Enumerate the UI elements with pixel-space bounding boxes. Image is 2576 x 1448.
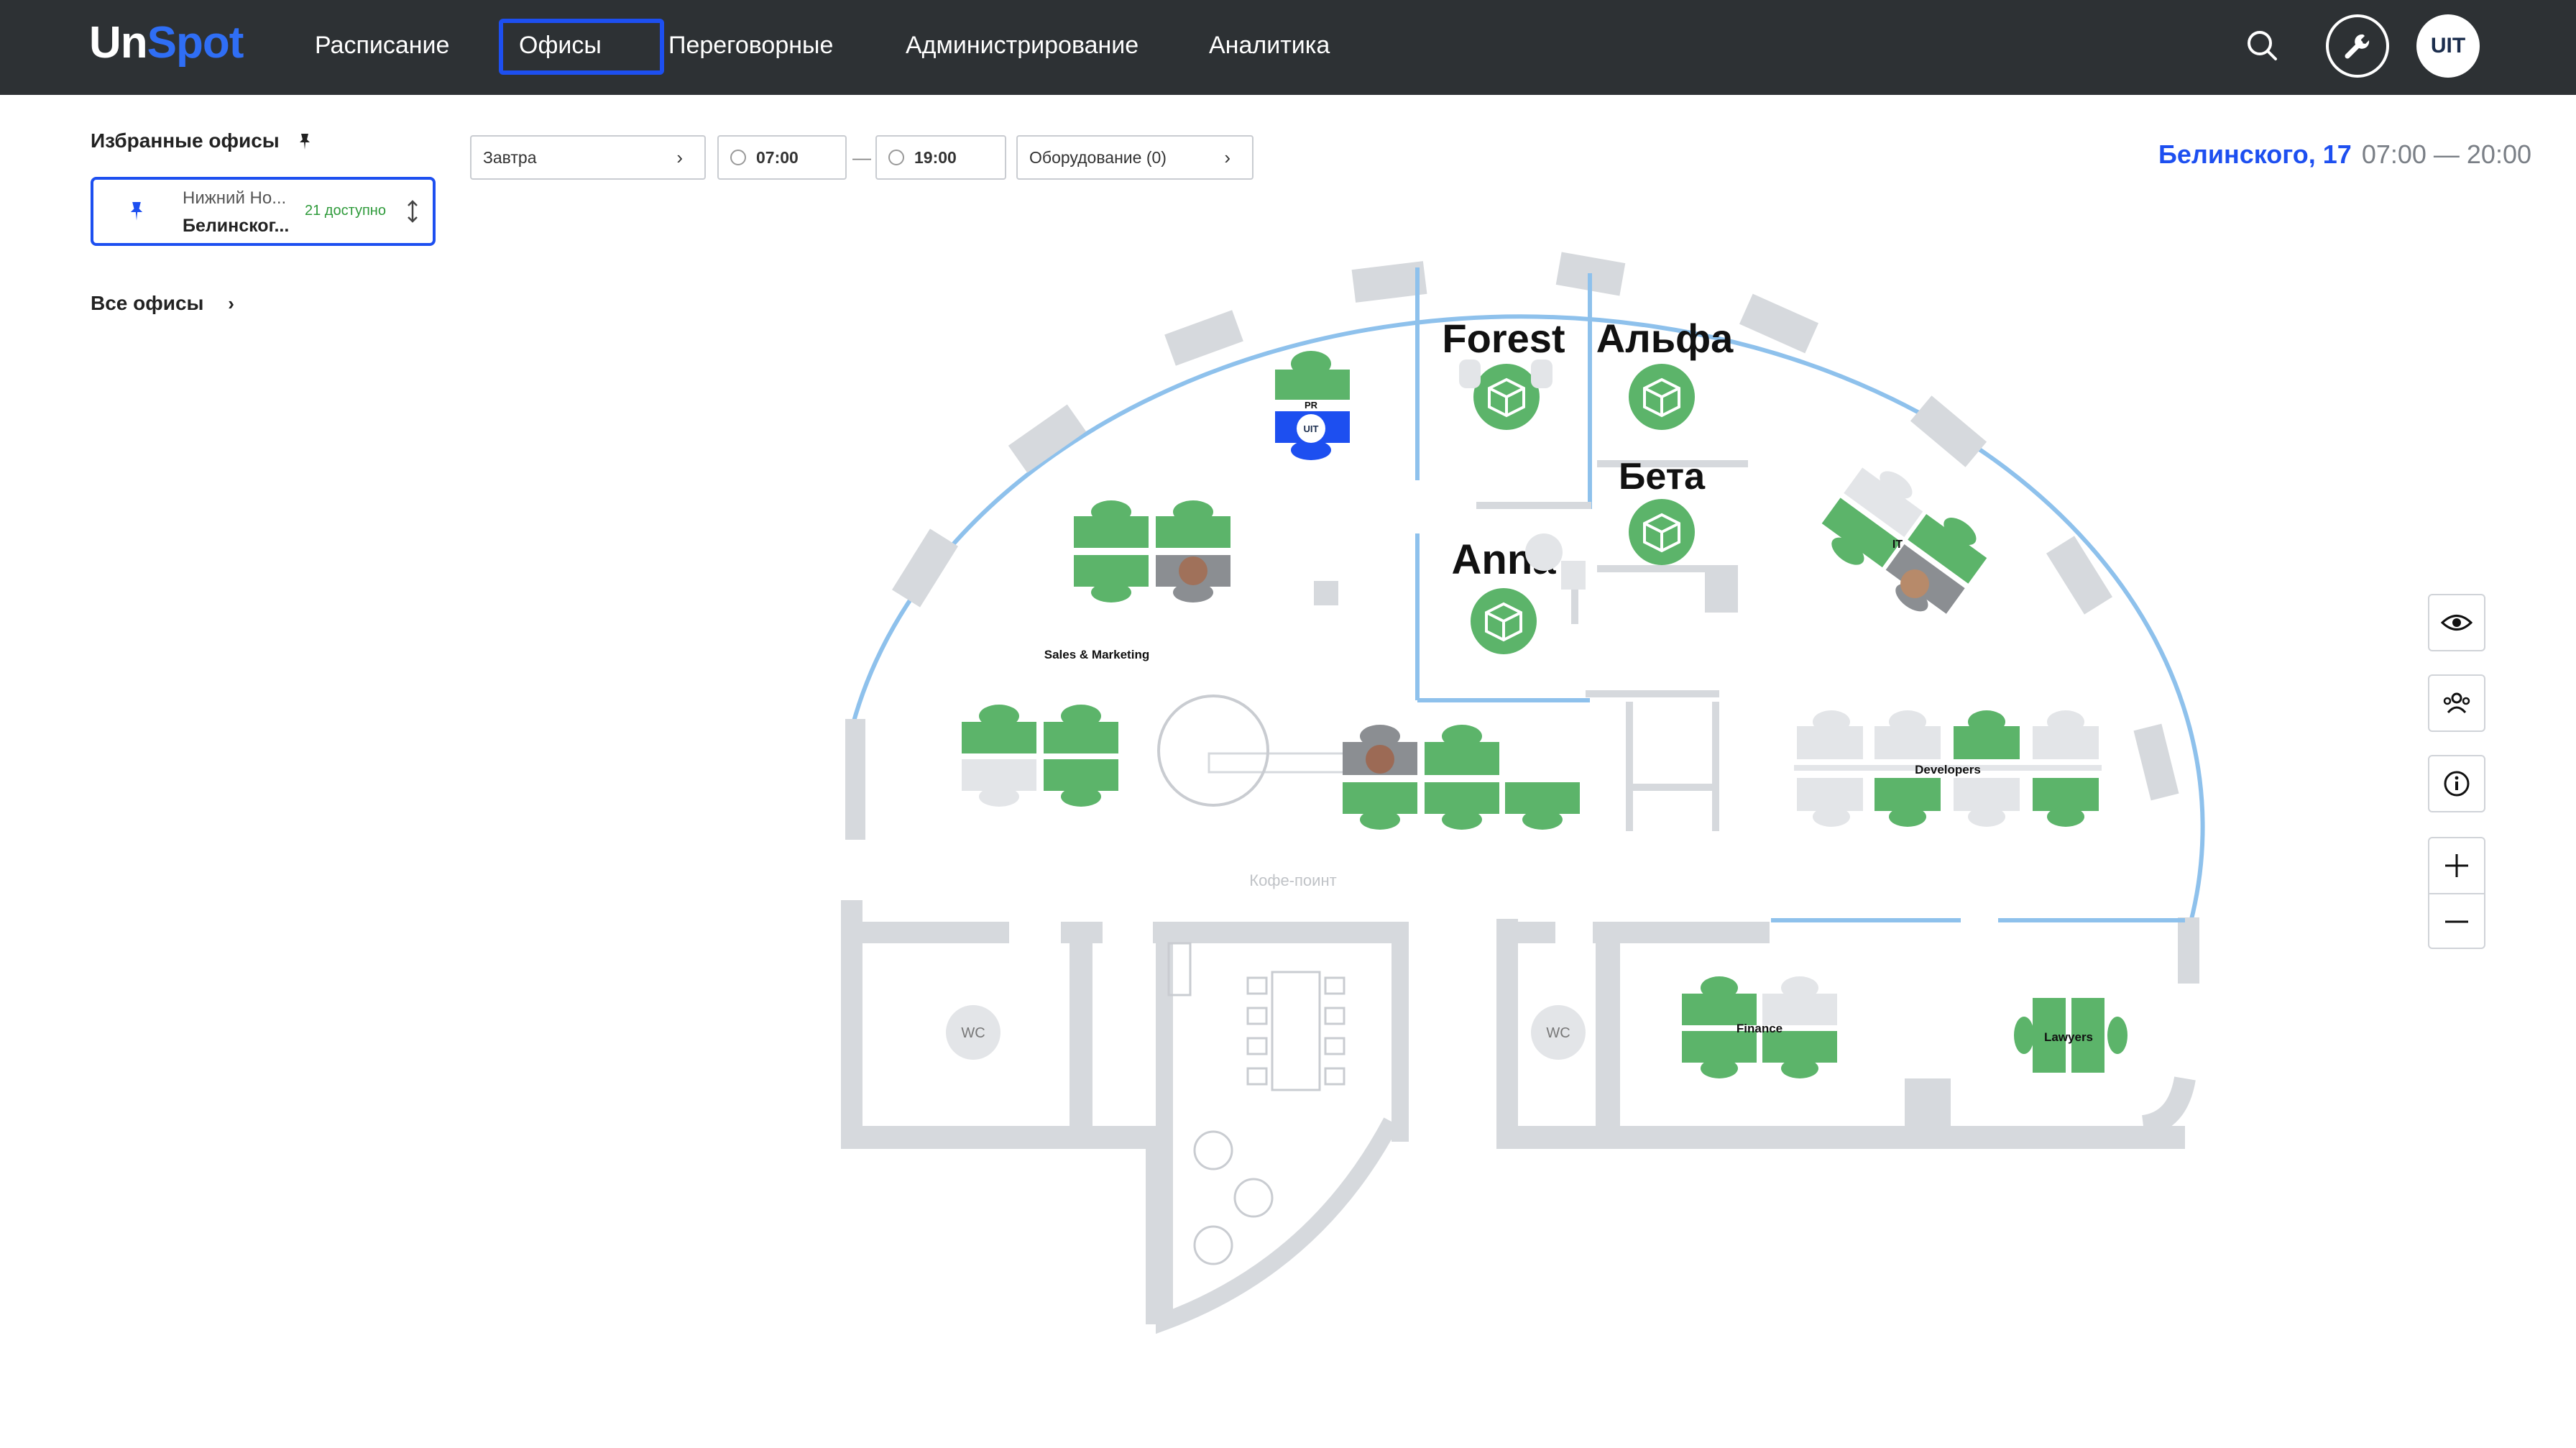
avatar-text: UIT <box>2430 34 2466 58</box>
room-forest[interactable]: Forest <box>1442 316 1565 430</box>
zone-label: IT <box>1892 539 1903 551</box>
zoom-control <box>2428 837 2485 949</box>
zone-label: Lawyers <box>2044 1030 2093 1044</box>
room-anna[interactable]: Anna <box>1452 536 1557 654</box>
people-icon[interactable] <box>2428 674 2485 732</box>
room-icon <box>1629 364 1695 430</box>
person-avatar <box>1179 556 1208 585</box>
wc-label: WC <box>961 1025 985 1041</box>
logo[interactable]: UnSpot <box>89 17 244 68</box>
desk-cluster-sales[interactable]: Sales & Marketing <box>1044 500 1230 661</box>
time-dash: — <box>852 147 871 168</box>
office-header: Белинского, 17 07:00 — 20:00 <box>2158 139 2531 170</box>
chairs <box>1167 942 1346 1086</box>
pin-icon <box>126 200 147 228</box>
time-from-value: 07:00 <box>756 147 799 167</box>
date-value: Завтра <box>483 147 537 167</box>
person-avatar <box>1900 569 1929 598</box>
equipment-value: Оборудование (0) <box>1029 147 1167 167</box>
interior-walls <box>841 460 2185 1324</box>
nav-meeting-rooms[interactable]: Переговорные <box>668 32 833 60</box>
user-avatar[interactable]: UIT <box>2416 14 2480 78</box>
equipment-select[interactable]: Оборудование (0) › <box>1016 135 1254 180</box>
all-offices-link[interactable]: Все офисы › <box>91 292 234 315</box>
zone-label: Developers <box>1915 763 1981 776</box>
room-name: Anna <box>1452 536 1557 583</box>
wc-marker <box>1531 1005 1586 1060</box>
desk-cluster-sales-2[interactable] <box>962 705 1118 807</box>
room-name: Бета <box>1619 456 1706 498</box>
sort-arrows-icon[interactable] <box>405 198 420 228</box>
dome-wall-segments <box>845 252 2199 984</box>
desk-pr[interactable]: PR UIT <box>1275 351 1350 460</box>
desk-cluster-developers[interactable]: Developers <box>1794 710 2102 827</box>
wc-label: WC <box>1546 1025 1570 1041</box>
favorites-title: Избранные офисы <box>91 129 280 152</box>
nav-administration[interactable]: Администрирование <box>906 32 1138 60</box>
chevron-right-icon: › <box>676 146 683 168</box>
favorite-street: Белинског... <box>183 216 290 236</box>
time-from-select[interactable]: 07:00 <box>717 135 847 180</box>
pin-icon <box>296 132 313 156</box>
zoom-out-icon[interactable] <box>2429 894 2484 949</box>
chevron-right-icon: › <box>228 293 234 314</box>
curved-wall <box>2141 1076 2196 1137</box>
zone-label: PR <box>1305 400 1318 411</box>
glass-partitions <box>1415 267 2185 922</box>
room-icon <box>1473 364 1540 430</box>
time-to-value: 19:00 <box>914 147 957 167</box>
nav-schedule[interactable]: Расписание <box>315 32 449 60</box>
clock-icon <box>888 150 904 165</box>
desk-cluster-lawyers[interactable]: Lawyers <box>2014 998 2128 1073</box>
meeting-table <box>1271 971 1321 1091</box>
eye-icon[interactable] <box>2428 594 2485 651</box>
desk-cluster-finance[interactable]: Finance <box>1682 976 1837 1078</box>
zone-label: Sales & Marketing <box>1044 648 1149 661</box>
time-to-select[interactable]: 19:00 <box>875 135 1006 180</box>
nav-analytics[interactable]: Аналитика <box>1209 32 1330 60</box>
info-icon[interactable] <box>2428 755 2485 812</box>
room-icon <box>1629 499 1695 565</box>
search-icon[interactable] <box>2231 14 2294 78</box>
desk-cluster-center[interactable] <box>1343 725 1580 830</box>
room-furniture <box>1459 359 1586 590</box>
chevron-right-icon: › <box>1224 146 1230 168</box>
room-alpha[interactable]: Альфа <box>1596 316 1734 430</box>
room-name: Forest <box>1442 316 1565 361</box>
date-select[interactable]: Завтра › <box>470 135 706 180</box>
nav-offices[interactable]: Офисы <box>519 32 602 60</box>
office-hours: 07:00 — 20:00 <box>2361 139 2531 169</box>
avatar-text: UIT <box>1304 423 1319 434</box>
favorite-office-card[interactable]: Нижний Но... Белинског... 21 доступно <box>91 177 436 246</box>
room-icon <box>1471 588 1537 654</box>
availability-badge: 21 доступно <box>305 203 386 219</box>
clock-icon <box>730 150 746 165</box>
zone-label: Finance <box>1736 1022 1782 1035</box>
desk-cluster-it[interactable] <box>1812 455 1997 628</box>
wrench-icon[interactable] <box>2326 14 2389 78</box>
coffee-point-label: Кофе-поинт <box>1249 871 1336 889</box>
office-name: Белинского, 17 <box>2158 139 2352 169</box>
wc-marker <box>946 1005 1000 1060</box>
room-beta[interactable]: Бета <box>1619 456 1706 565</box>
curved-wall <box>1156 943 1399 1334</box>
round-tables <box>1157 695 1274 1265</box>
all-offices-label: Все офисы <box>91 292 204 314</box>
zoom-in-icon[interactable] <box>2429 838 2484 893</box>
outer-glass-wall <box>850 314 2205 928</box>
person-avatar <box>1366 745 1394 774</box>
favorite-city: Нижний Но... <box>183 188 287 208</box>
room-name: Альфа <box>1596 316 1734 361</box>
top-bar: UnSpot Расписание Офисы Переговорные Адм… <box>0 0 2576 95</box>
